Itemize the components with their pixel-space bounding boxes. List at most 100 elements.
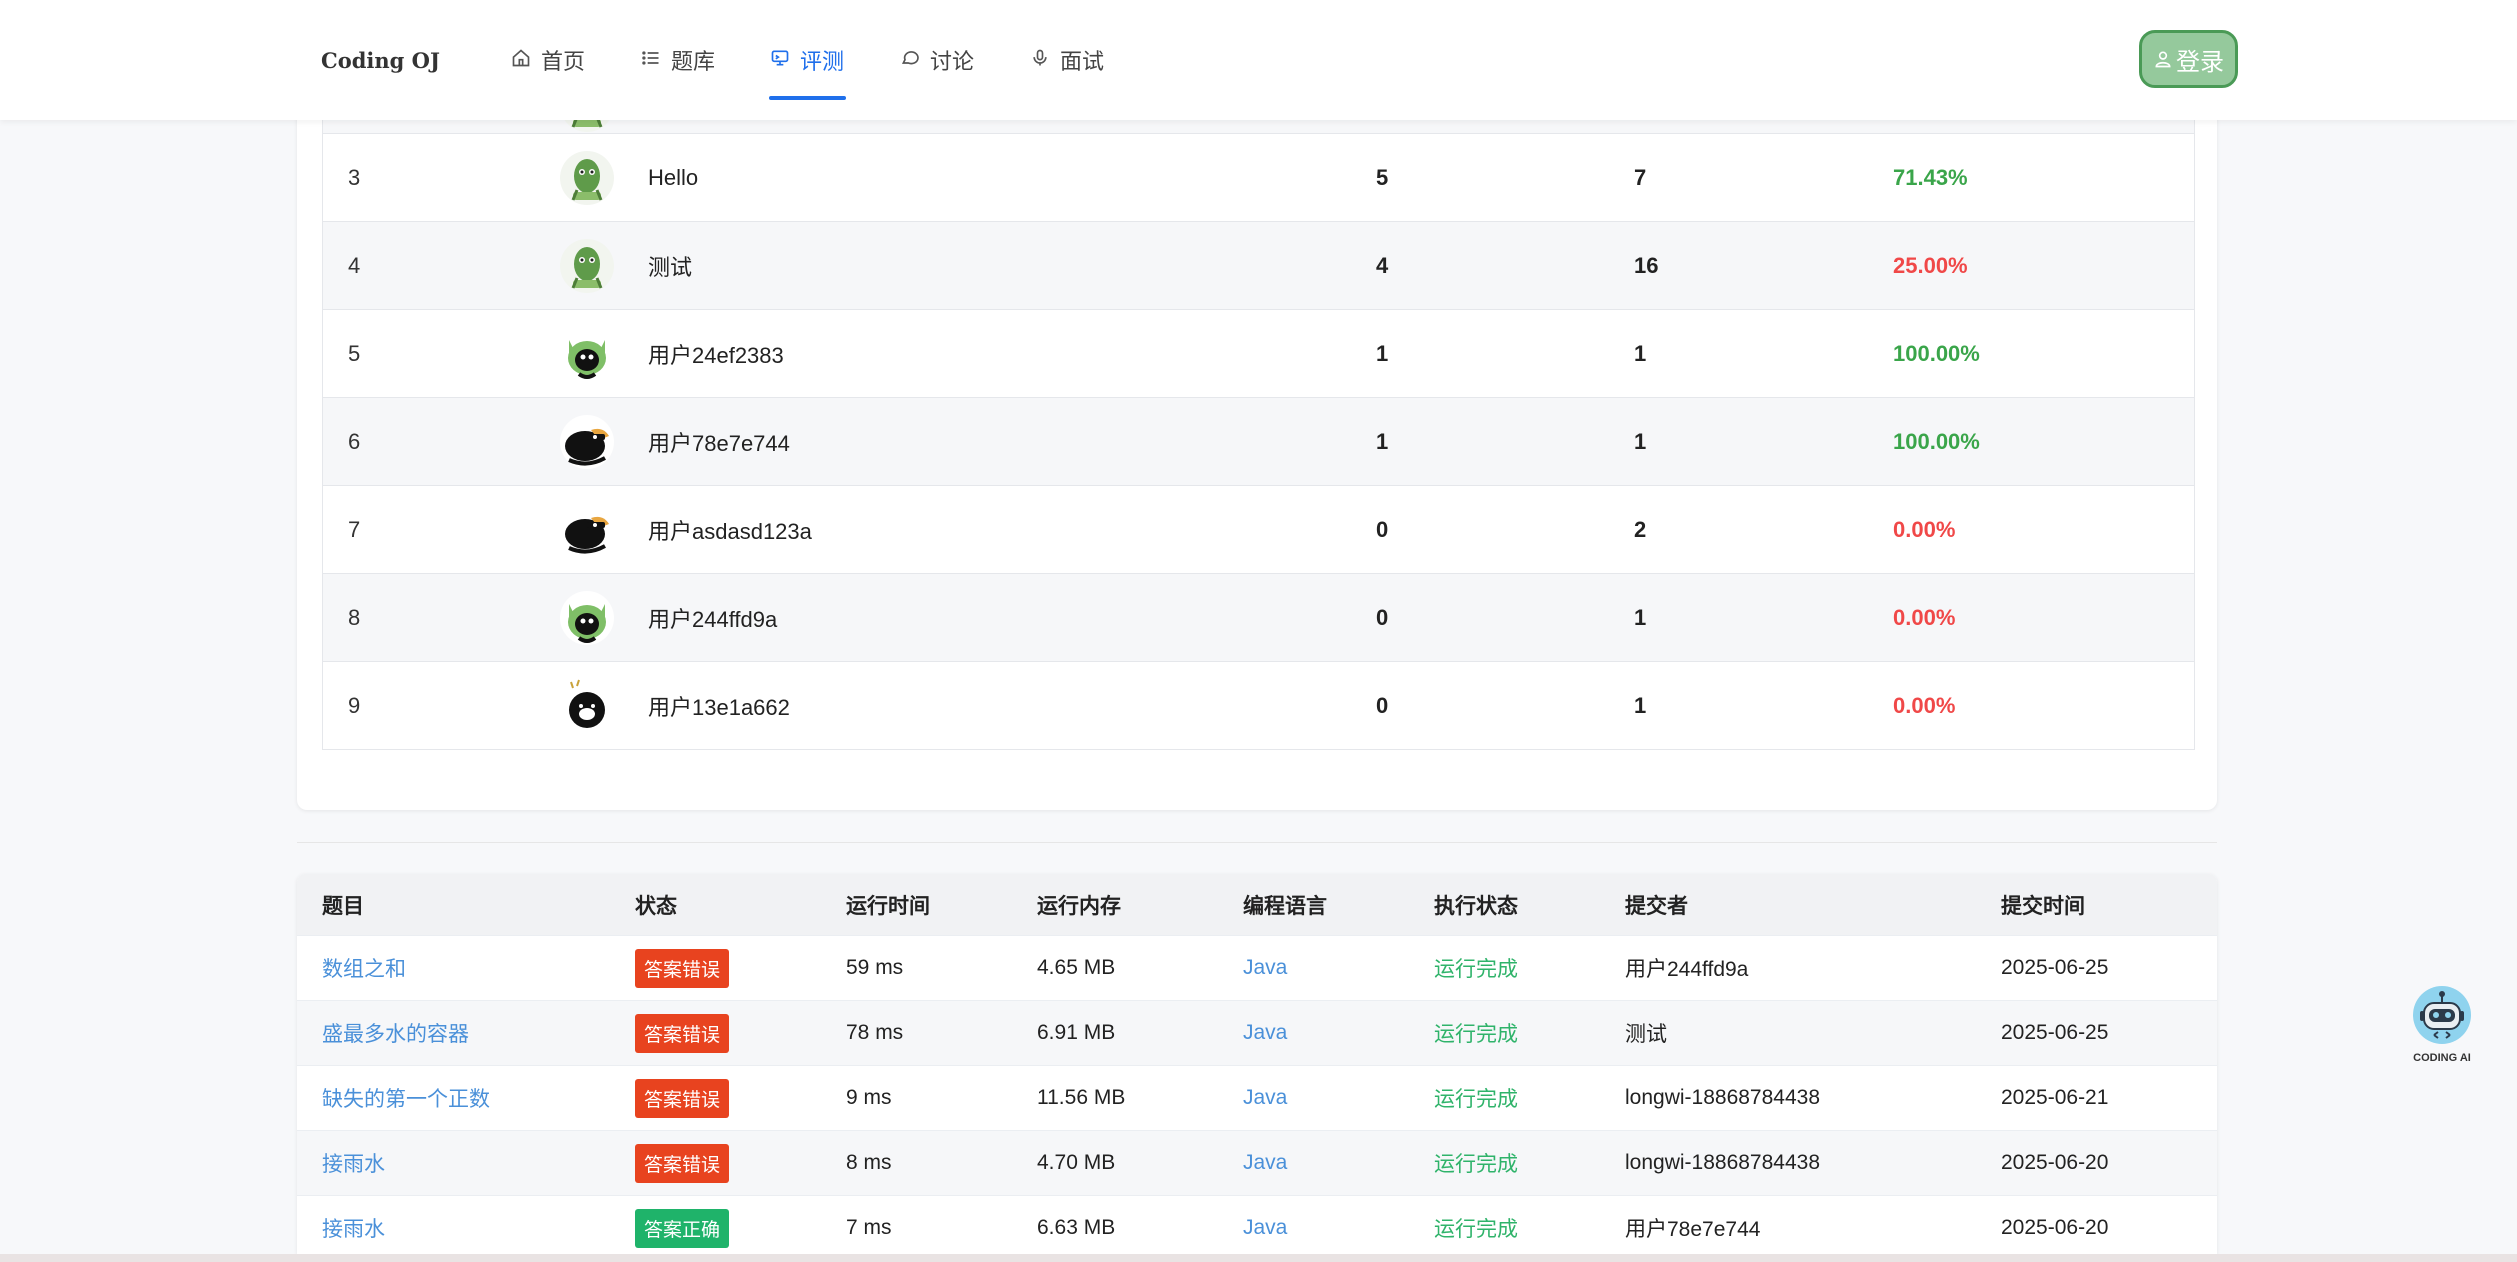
status-badge: 答案错误 xyxy=(635,948,730,988)
avatar[interactable] xyxy=(559,222,615,310)
pass-rate: 71.43% xyxy=(1893,165,1968,190)
avatar[interactable] xyxy=(559,398,615,486)
pass-rate: 0.00% xyxy=(1893,517,1956,542)
solved-count: 0 xyxy=(1376,517,1389,542)
problem-link[interactable]: 接雨水 xyxy=(322,1131,385,1195)
memory-value: 4.65 MB xyxy=(1037,956,1116,979)
submit-date: 2025-06-20 xyxy=(2001,1216,2109,1239)
ranking-row: 8 用户244ffd9a 0 1 0.00% xyxy=(323,573,2194,661)
runtime-value: 78 ms xyxy=(846,1021,904,1044)
submit-count: 1 xyxy=(1634,605,1647,630)
problem-link[interactable]: 接雨水 xyxy=(322,1196,385,1254)
microphone-icon xyxy=(1033,49,1047,66)
solved-count: 0 xyxy=(1376,605,1389,630)
submitter-name: longwi-18868784438 xyxy=(1625,1151,1820,1174)
exec-status: 运行完成 xyxy=(1434,1023,1518,1046)
username[interactable]: 用户24ef2383 xyxy=(648,310,784,398)
rank-number: 6 xyxy=(348,429,361,454)
submit-count: 7 xyxy=(1634,165,1647,190)
language-link[interactable]: Java xyxy=(1243,1001,1287,1065)
top-navbar: Coding OJ 首页 题库 评测 讨论 面试 登录 xyxy=(0,0,2517,120)
nav-judge-label: 评测 xyxy=(800,49,845,74)
memory-value: 6.63 MB xyxy=(1037,1216,1116,1239)
header-runtime: 运行时间 xyxy=(846,894,930,918)
table-row: 接雨水 答案错误 8 ms 4.70 MB Java 运行完成 longwi-1886878… xyxy=(297,1131,2217,1196)
table-row: 缺失的第一个正数 答案错误 9 ms 11.56 MB Java 运行完成 longwi-1… xyxy=(297,1066,2217,1131)
brand-logo[interactable]: Coding OJ xyxy=(321,48,440,73)
submit-count: 1 xyxy=(1634,693,1647,718)
solved-count: 1 xyxy=(1376,341,1389,366)
username[interactable]: 测试 xyxy=(648,222,692,310)
ranking-row: 3 Hello 5 7 71.43% xyxy=(323,133,2194,221)
monitor-icon xyxy=(771,50,789,66)
username[interactable]: Hello xyxy=(648,134,698,222)
submit-date: 2025-06-21 xyxy=(2001,1086,2109,1109)
status-badge: 答案错误 xyxy=(635,1143,730,1183)
status-cell: 答案错误 xyxy=(635,1131,730,1195)
ranking-row: 4 测试 4 16 25.00% xyxy=(323,221,2194,309)
submitter-name: 测试 xyxy=(1625,1023,1667,1046)
nav-problems-label: 题库 xyxy=(671,49,716,74)
language-link[interactable]: Java xyxy=(1243,936,1287,1000)
avatar[interactable] xyxy=(559,310,615,398)
language-link[interactable]: Java xyxy=(1243,1066,1287,1130)
header-language: 编程语言 xyxy=(1243,894,1327,918)
status-badge: 答案错误 xyxy=(635,1078,730,1118)
status-cell: 答案错误 xyxy=(635,936,730,1000)
header-submitter: 提交者 xyxy=(1625,894,1688,918)
submit-date: 2025-06-25 xyxy=(2001,1021,2109,1044)
runtime-value: 8 ms xyxy=(846,1151,892,1174)
avatar[interactable] xyxy=(559,134,615,222)
memory-value: 6.91 MB xyxy=(1037,1021,1116,1044)
ranking-row: 6 用户78e7e744 1 1 100.00% xyxy=(323,397,2194,485)
ranking-row: 7 用户asdasd123a 0 2 0.00% xyxy=(323,485,2194,573)
status-badge: 答案错误 xyxy=(635,1013,730,1053)
nav-problems[interactable]: 题库 xyxy=(641,44,715,122)
home-icon xyxy=(512,49,530,67)
coding-ai-button[interactable]: CODING AI xyxy=(2410,985,2474,1064)
avatar[interactable] xyxy=(559,486,615,574)
username[interactable]: 用户13e1a662 xyxy=(648,662,790,750)
nav-home-label: 首页 xyxy=(541,49,586,74)
problem-link[interactable]: 盛最多水的容器 xyxy=(322,1001,469,1065)
status-cell: 答案正确 xyxy=(635,1196,730,1254)
login-button[interactable]: 登录 xyxy=(2139,30,2238,88)
pass-rate: 100.00% xyxy=(1893,341,1980,366)
language-link[interactable]: Java xyxy=(1243,1196,1287,1254)
nav-judge[interactable]: 评测 xyxy=(770,44,844,122)
rank-number: 4 xyxy=(348,253,361,278)
username[interactable]: 用户asdasd123a xyxy=(648,486,812,574)
nav-discuss[interactable]: 讨论 xyxy=(900,44,974,122)
nav-home[interactable]: 首页 xyxy=(511,44,585,122)
avatar[interactable] xyxy=(559,574,615,662)
chat-icon xyxy=(901,51,919,65)
table-row: 数组之和 答案错误 59 ms 4.65 MB Java 运行完成 用户244ffd9a 20… xyxy=(297,936,2217,1001)
username[interactable]: 用户78e7e744 xyxy=(648,398,790,486)
header-exec-status: 执行状态 xyxy=(1434,894,1518,918)
memory-value: 11.56 MB xyxy=(1037,1086,1126,1109)
submit-date: 2025-06-20 xyxy=(2001,1151,2109,1174)
solved-count: 4 xyxy=(1376,253,1389,278)
exec-status: 运行完成 xyxy=(1434,1153,1518,1176)
nav-interview-label: 面试 xyxy=(1060,49,1105,74)
solved-count: 0 xyxy=(1376,693,1389,718)
ranking-row: 5 用户24ef2383 1 1 100.00% xyxy=(323,309,2194,397)
table-row: 接雨水 答案正确 7 ms 6.63 MB Java 运行完成 用户78e7e744 2025… xyxy=(297,1196,2217,1254)
rank-number: 3 xyxy=(348,165,361,190)
submit-count: 16 xyxy=(1634,253,1659,278)
username[interactable]: 用户244ffd9a xyxy=(648,574,777,662)
rank-number: 7 xyxy=(348,517,361,542)
avatar[interactable] xyxy=(559,662,615,750)
problem-link[interactable]: 缺失的第一个正数 xyxy=(322,1066,490,1130)
exec-status: 运行完成 xyxy=(1434,1218,1518,1241)
active-tab-indicator xyxy=(769,96,846,100)
language-link[interactable]: Java xyxy=(1243,1131,1287,1195)
nav-interview[interactable]: 面试 xyxy=(1030,44,1104,122)
pass-rate: 0.00% xyxy=(1893,693,1956,718)
user-icon xyxy=(2155,51,2171,68)
bottom-strip xyxy=(0,1254,2517,1262)
submit-date: 2025-06-25 xyxy=(2001,956,2109,979)
header-problem: 题目 xyxy=(322,894,364,918)
problem-link[interactable]: 数组之和 xyxy=(322,936,406,1000)
submitter-name: longwi-18868784438 xyxy=(1625,1086,1820,1109)
